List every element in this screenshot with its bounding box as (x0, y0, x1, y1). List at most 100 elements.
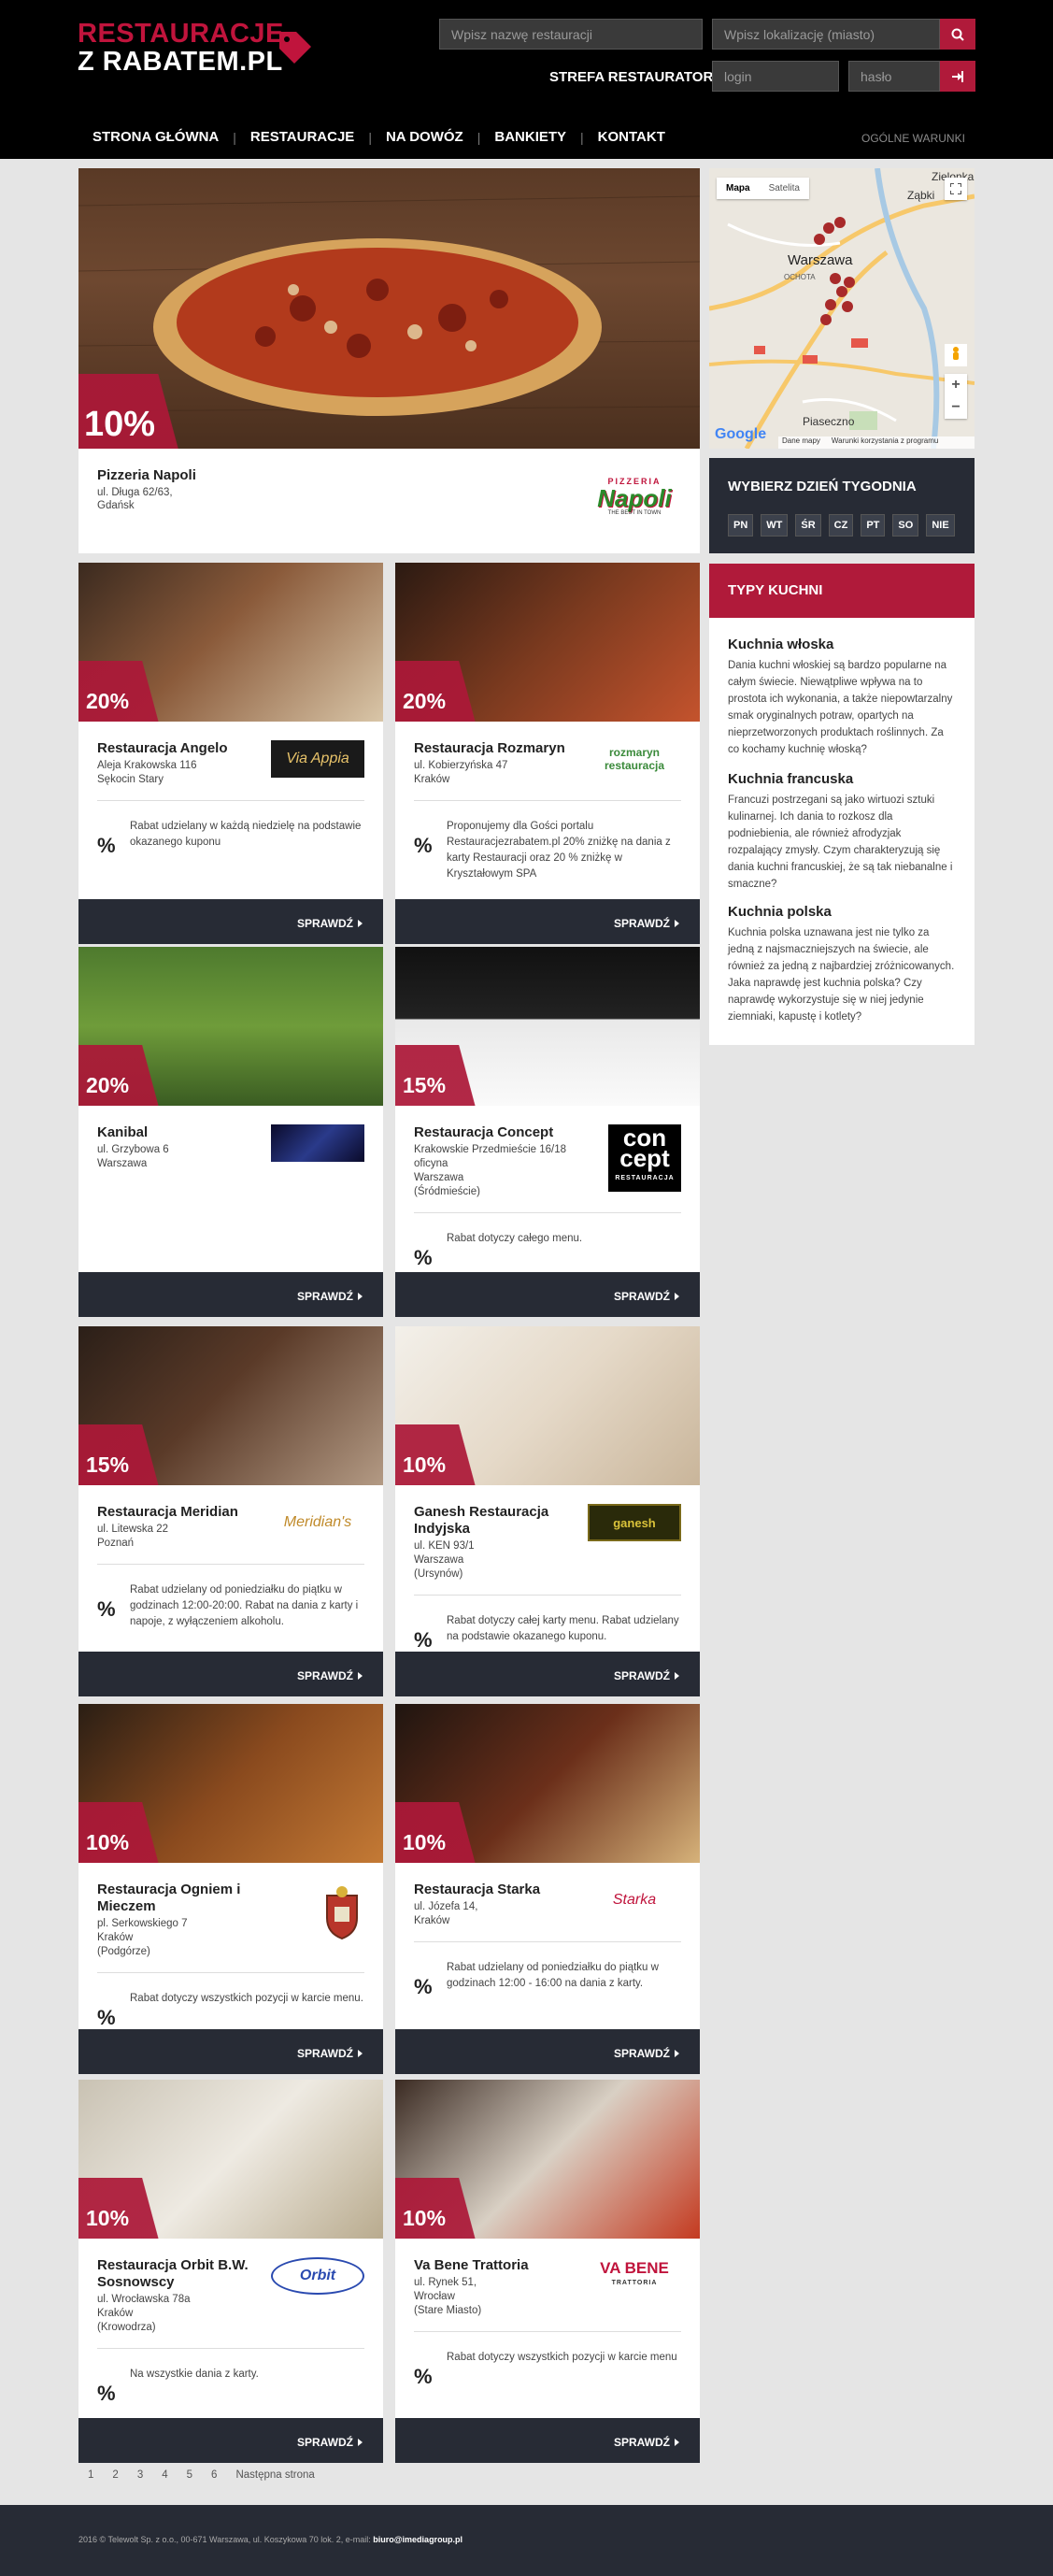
restaurant-address-line: ul. KEN 93/1 (414, 1540, 475, 1552)
nav-banquets[interactable]: BANKIETY (480, 129, 580, 145)
restaurant-card[interactable]: 10% Restauracja Orbit B.W. Sosnowscy ul. … (78, 2080, 383, 2463)
discount-description: Na wszystkie dania z karty. (130, 2368, 259, 2380)
restaurant-name[interactable]: Restauracja Starka (414, 1882, 582, 1898)
cuisine-french-title[interactable]: Kuchnia francuska (728, 771, 853, 787)
discount-description: Proponujemy dla Gości portalu Restauracj… (447, 821, 671, 880)
restaurant-name[interactable]: Restauracja Ogniem i Mieczem (97, 1882, 265, 1915)
site-footer: 2016 © Telewolt Sp. z o.o., 00-671 Warsz… (0, 2505, 1053, 2576)
check-button[interactable]: SPRAWDŹ (614, 1669, 679, 1682)
restaurant-name[interactable]: Restauracja Concept (414, 1124, 582, 1141)
check-button[interactable]: SPRAWDŹ (614, 2436, 679, 2449)
card-footer: SPRAWDŹ (395, 899, 700, 944)
map-data-link[interactable]: Dane mapy (782, 436, 820, 449)
page-link[interactable]: 4 (162, 2469, 167, 2481)
check-button[interactable]: SPRAWDŹ (297, 917, 363, 930)
zoom-out-button[interactable]: − (945, 396, 967, 419)
cuisine-polish-text: Kuchnia polska uznawana jest nie tylko z… (728, 927, 955, 1023)
discount-description: Rabat dotyczy całego menu. (447, 1233, 583, 1244)
nav-delivery[interactable]: NA DOWÓZ (372, 129, 477, 145)
footer-email[interactable]: biuro@imediagroup.pl (373, 2535, 462, 2544)
restaurant-card[interactable]: 10% Va Bene Trattoria ul. Rynek 51, Wrocła… (395, 2080, 700, 2463)
cuisine-title: TYPY KUCHNI (728, 582, 823, 598)
password-input[interactable]: hasło (848, 61, 940, 92)
page-link[interactable]: 2 (112, 2469, 118, 2481)
restaurant-photo: 15% (78, 1326, 383, 1485)
restaurant-name[interactable]: Va Bene Trattoria (414, 2257, 582, 2274)
restaurant-logo: VA BENE TRATTORIA (588, 2257, 681, 2295)
day-sun[interactable]: NIE (926, 514, 955, 537)
restaurants-map[interactable]: Mapa Satelita Zielonka Ząbki Warszawa OC… (709, 168, 975, 449)
restaurant-name[interactable]: Restauracja Meridian (97, 1504, 265, 1521)
page-link[interactable]: 3 (137, 2469, 143, 2481)
restaurant-name[interactable]: Pizzeria Napoli (97, 467, 196, 484)
restaurant-name[interactable]: Restauracja Orbit B.W. Sosnowscy (97, 2257, 265, 2291)
restaurant-logo: ganesh (588, 1504, 681, 1541)
restaurant-name[interactable]: Kanibal (97, 1124, 265, 1141)
restaurant-card[interactable]: 10% Ganesh Restauracja Indyjska ul. KEN 9… (395, 1326, 700, 1696)
card-footer: SPRAWDŹ (395, 2029, 700, 2074)
check-button[interactable]: SPRAWDŹ (614, 2047, 679, 2060)
terms-link[interactable]: OGÓLNE WARUNKI (861, 132, 965, 145)
day-thu[interactable]: CZ (828, 514, 854, 537)
price-tag-icon (279, 32, 311, 64)
page-link[interactable]: 5 (187, 2469, 192, 2481)
nav-home[interactable]: STRONA GŁÓWNA (78, 129, 233, 145)
location-input[interactable]: Wpisz lokalizację (miasto) (712, 19, 940, 50)
login-button[interactable] (940, 61, 975, 92)
zoom-in-button[interactable]: + (945, 374, 967, 396)
restaurant-card[interactable]: 10% Restauracja Starka ul. Józefa 14, Krak… (395, 1704, 700, 2074)
discount-badge: 15% (395, 1045, 507, 1106)
weekday-filter-title: WYBIERZ DZIEŃ TYGODNIA (728, 479, 917, 494)
nav-contact[interactable]: KONTAKT (584, 129, 679, 145)
map-terms-link[interactable]: Warunki korzystania z programu (832, 436, 938, 449)
restaurant-photo: 10% (78, 1704, 383, 1863)
restaurant-card[interactable]: 15% Restauracja Meridian ul. Litewska 22 P… (78, 1326, 383, 1696)
restaurant-name-input[interactable]: Wpisz nazwę restauracji (439, 19, 703, 50)
nav-restaurants[interactable]: RESTAURACJE (236, 129, 368, 145)
restaurant-name[interactable]: Restauracja Rozmaryn (414, 740, 582, 757)
restaurant-card[interactable]: 20% Restauracja Angelo Aleja Krakowska 11… (78, 563, 383, 944)
next-page-link[interactable]: Następna strona (235, 2469, 314, 2481)
check-button[interactable]: SPRAWDŹ (297, 1669, 363, 1682)
cuisine-italian-title[interactable]: Kuchnia włoska (728, 637, 833, 652)
day-sat[interactable]: SO (892, 514, 919, 537)
tab-map[interactable]: Mapa (717, 178, 760, 199)
street-view-button[interactable] (945, 344, 967, 366)
restaurant-logo: Meridian's (271, 1504, 364, 1541)
restaurant-card[interactable]: 15% Restauracja Concept Krakowskie Przedm… (395, 947, 700, 1317)
site-logo[interactable]: RESTAURACJE Z RABATEM.PL (78, 19, 311, 77)
day-fri[interactable]: PT (861, 514, 886, 537)
check-button[interactable]: SPRAWDŹ (297, 2436, 363, 2449)
cuisine-polish-title[interactable]: Kuchnia polska (728, 904, 832, 920)
check-button[interactable]: SPRAWDŹ (614, 917, 679, 930)
day-wed[interactable]: ŚR (795, 514, 821, 537)
login-input[interactable]: login (712, 61, 839, 92)
page-link[interactable]: 1 (88, 2469, 93, 2481)
check-button[interactable]: SPRAWDŹ (614, 1290, 679, 1303)
restaurant-card[interactable]: 20% Restauracja Rozmaryn ul. Kobierzyńska… (395, 563, 700, 944)
restaurant-card[interactable]: 20% Kanibal ul. Grzybowa 6 Warszawa SPRAWDŹ (78, 947, 383, 1317)
card-divider (414, 2331, 681, 2332)
discount-badge: 10% (395, 1802, 507, 1863)
restaurant-card[interactable]: 10% Restauracja Ogniem i Mieczem pl. Serk… (78, 1704, 383, 2074)
discount-description: Rabat dotyczy całej karty menu. Rabat ud… (447, 1615, 679, 1642)
restaurant-name[interactable]: Ganesh Restauracja Indyjska (414, 1504, 582, 1538)
search-button[interactable] (940, 19, 975, 50)
restaurant-address-line: (Śródmieście) (414, 1186, 480, 1197)
restaurant-address-line: Krakowskie Przedmieście 16/18 (414, 1144, 566, 1155)
page-link[interactable]: 6 (211, 2469, 217, 2481)
restaurant-address-line: ul. Litewska 22 (97, 1524, 169, 1535)
percent-icon: % (414, 2365, 433, 2388)
discount-badge: 10% (395, 1424, 507, 1485)
day-tue[interactable]: WT (761, 514, 789, 537)
featured-restaurant-card[interactable]: 10% Pizzeria Napoli ul. Długa 62/63, Gda… (78, 168, 700, 553)
fullscreen-button[interactable] (945, 178, 967, 200)
check-button[interactable]: SPRAWDŹ (297, 1290, 363, 1303)
restaurant-name[interactable]: Restauracja Angelo (97, 740, 265, 757)
tab-satellite[interactable]: Satelita (760, 178, 809, 199)
restaurant-photo: 10% (395, 1326, 700, 1485)
restaurant-photo: 20% (78, 563, 383, 722)
check-button[interactable]: SPRAWDŹ (297, 2047, 363, 2060)
day-mon[interactable]: PN (728, 514, 754, 537)
restaurant-photo: 20% (395, 563, 700, 722)
